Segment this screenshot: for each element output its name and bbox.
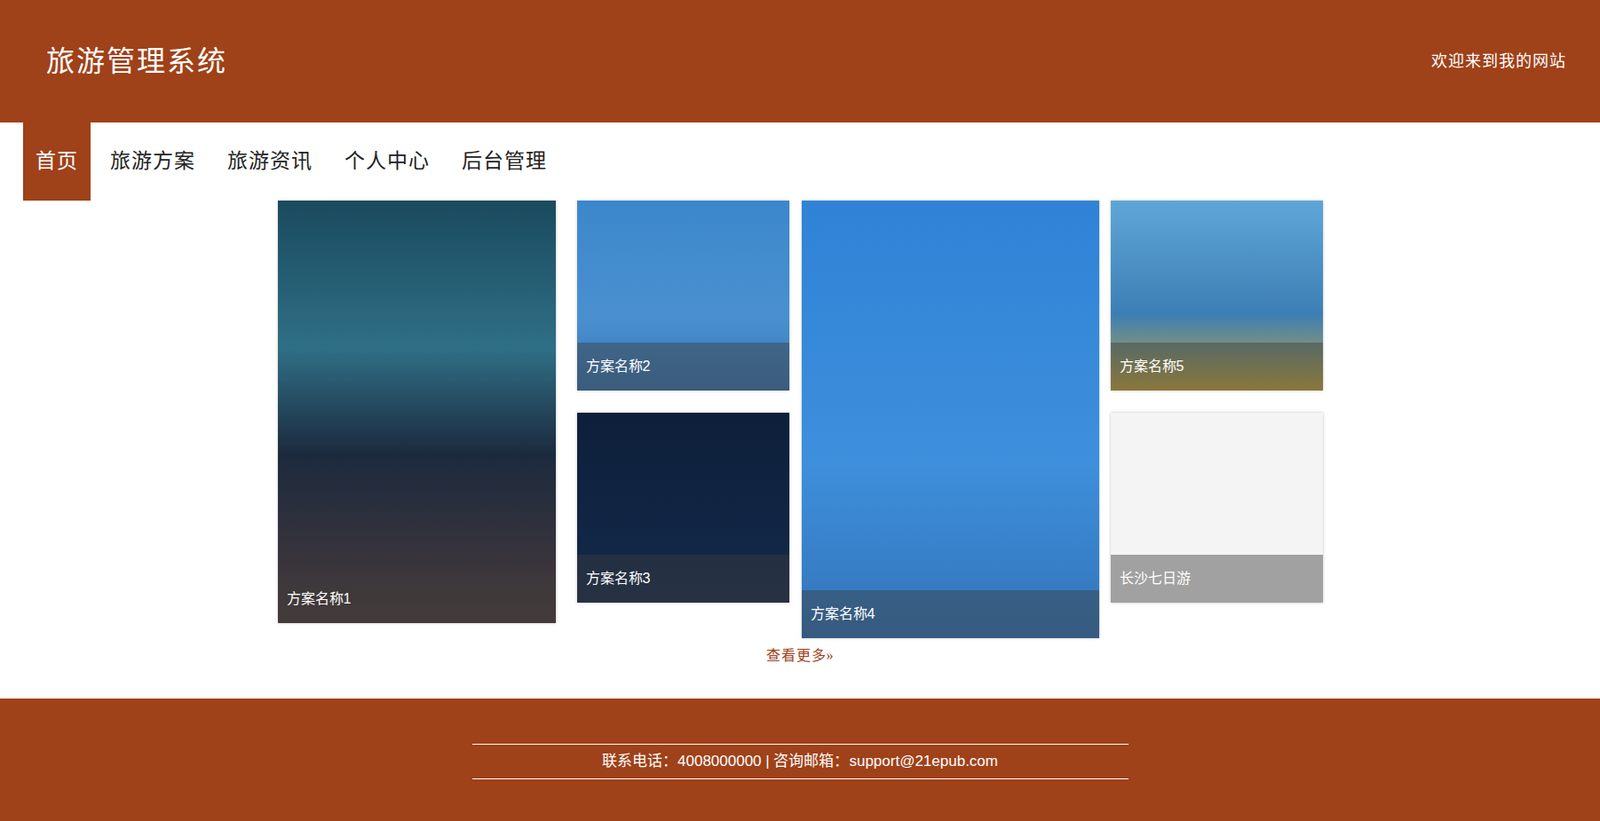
site-header: 旅游管理系统 欢迎来到我的网站 (0, 0, 1600, 123)
nav-label: 旅游方案 (110, 146, 196, 178)
plan-card[interactable]: 方案名称3 (577, 412, 790, 603)
nav-item[interactable]: 旅游资讯 (214, 122, 325, 201)
plan-column: 方案名称2 方案名称3 (577, 200, 790, 603)
plan-card[interactable]: 方案名称5 (1110, 200, 1323, 391)
plan-title: 方案名称4 (810, 603, 876, 626)
nav-item[interactable]: 个人中心 (332, 122, 443, 201)
plan-caption: 方案名称5 (1110, 342, 1323, 391)
plan-caption: 方案名称4 (801, 590, 1100, 639)
nav-label: 旅游资讯 (227, 146, 313, 178)
double-chevron-icon: » (826, 645, 835, 667)
plan-card[interactable]: 长沙七日游 (1110, 412, 1323, 603)
plan-column: 方案名称1 (277, 200, 556, 624)
plan-column: 方案名称4 (801, 200, 1100, 639)
more-row: 查看更多» (0, 638, 1600, 667)
plan-card[interactable]: 方案名称4 (801, 200, 1100, 639)
more-link[interactable]: 查看更多» (766, 645, 835, 667)
plan-caption: 方案名称2 (577, 342, 790, 391)
plan-card[interactable]: 方案名称2 (577, 200, 790, 391)
plan-title: 方案名称5 (1119, 356, 1185, 378)
main-nav: 首页旅游方案旅游资讯个人中心后台管理 (0, 122, 1600, 201)
plan-caption: 长沙七日游 (1110, 554, 1323, 603)
footer-contact: 联系电话：4008000000 | 咨询邮箱：support@21epub.co… (472, 744, 1129, 780)
plan-title: 方案名称3 (586, 568, 651, 590)
nav-item[interactable]: 后台管理 (449, 122, 560, 201)
contact-text: 联系电话：4008000000 | 咨询邮箱：support@21epub.co… (601, 750, 999, 774)
plan-title: 方案名称2 (586, 356, 651, 378)
plan-title: 方案名称1 (286, 588, 352, 610)
more-label: 查看更多 (766, 645, 827, 667)
nav-item[interactable]: 首页 (23, 122, 91, 201)
plan-title: 长沙七日游 (1119, 568, 1191, 590)
plan-column: 方案名称5 长沙七日游 (1110, 200, 1323, 603)
site-footer: 联系电话：4008000000 | 咨询邮箱：support@21epub.co… (0, 698, 1600, 821)
nav-label: 首页 (35, 146, 79, 178)
plan-caption: 方案名称3 (577, 554, 790, 603)
welcome-text: 欢迎来到我的网站 (1431, 49, 1567, 74)
site-title: 旅游管理系统 (46, 39, 228, 83)
plan-grid: 方案名称1 方案名称2 方案名称3 方案名称4 方案名称5 长沙七日游 (0, 200, 1600, 639)
plan-card[interactable]: 方案名称1 (277, 200, 556, 624)
nav-label: 后台管理 (461, 146, 547, 178)
plan-caption: 方案名称1 (277, 575, 556, 624)
nav-label: 个人中心 (344, 146, 430, 178)
nav-item[interactable]: 旅游方案 (97, 122, 208, 201)
